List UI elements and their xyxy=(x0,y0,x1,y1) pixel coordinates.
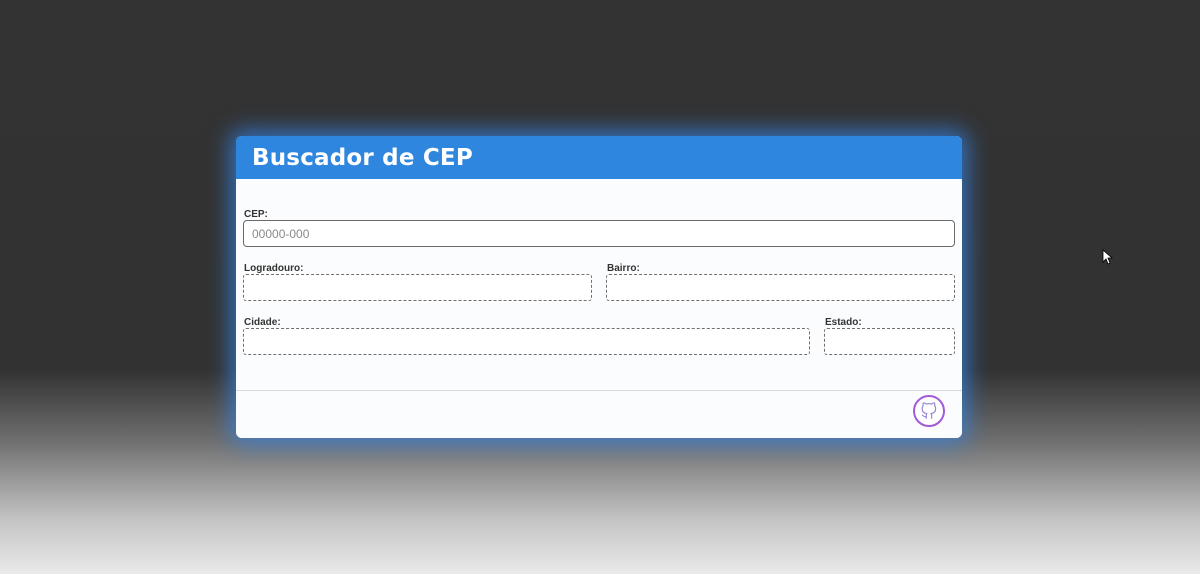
bairro-label: Bairro: xyxy=(607,263,640,274)
cep-label: CEP: xyxy=(244,209,268,220)
estado-input[interactable] xyxy=(824,328,955,355)
cep-input[interactable] xyxy=(243,220,955,247)
cep-card: Buscador de CEP CEP: Logradouro: Bairro:… xyxy=(236,136,962,438)
bairro-input[interactable] xyxy=(606,274,955,301)
estado-label: Estado: xyxy=(825,317,862,328)
logradouro-label: Logradouro: xyxy=(244,263,304,274)
cidade-input[interactable] xyxy=(243,328,810,355)
mouse-cursor-icon xyxy=(1102,249,1114,265)
cep-form: CEP: Logradouro: Bairro: Cidade: Estado: xyxy=(236,179,962,390)
page-title: Buscador de CEP xyxy=(252,144,473,171)
cidade-label: Cidade: xyxy=(244,317,281,328)
card-footer xyxy=(236,390,962,438)
github-link[interactable] xyxy=(913,395,945,427)
logradouro-input[interactable] xyxy=(243,274,592,301)
github-icon xyxy=(921,402,937,419)
card-header: Buscador de CEP xyxy=(236,136,962,179)
